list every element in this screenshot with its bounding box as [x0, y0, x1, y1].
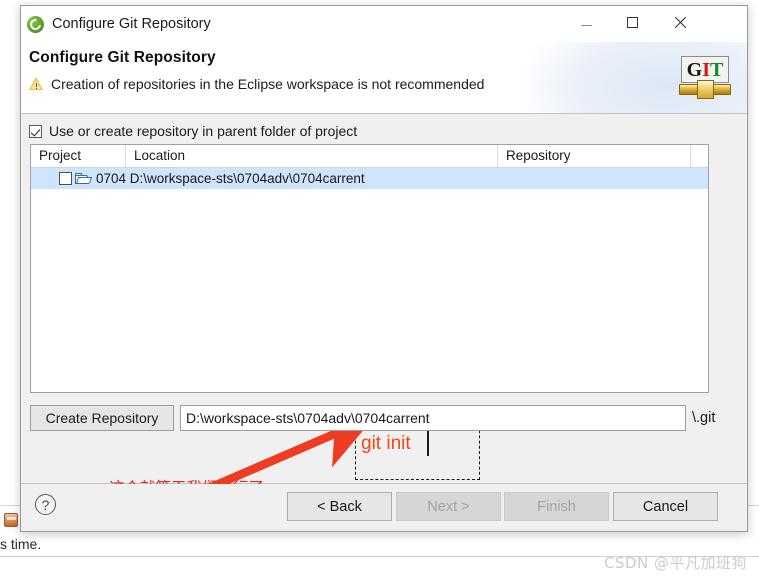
background-package-icon [4, 513, 18, 527]
git-logo-letter-g: G [686, 58, 703, 81]
csdn-watermark: CSDN @平凡加班狗 [603, 554, 747, 572]
cancel-button[interactable]: Cancel [613, 492, 718, 521]
table-row[interactable]: 0704 D:\workspace-sts\0704adv\0704carren… [31, 168, 708, 189]
finish-button: Finish [504, 492, 609, 521]
spring-logo-icon [27, 15, 44, 33]
maximize-icon [626, 16, 638, 28]
minimize-icon [580, 24, 592, 26]
warning-message-text: Creation of repositories in the Eclipse … [51, 76, 485, 92]
git-init-annotation-text: git init [361, 433, 411, 454]
table-body: 0704 D:\workspace-sts\0704adv\0704carren… [31, 168, 708, 189]
use-parent-folder-label: Use or create repository in parent folde… [49, 123, 358, 139]
git-logo-plate: GIT [681, 56, 729, 83]
column-header-repository[interactable]: Repository [498, 145, 691, 167]
wizard-body: Use or create repository in parent folde… [21, 114, 747, 513]
page-title: Configure Git Repository [29, 49, 216, 66]
help-icon[interactable]: ? [35, 494, 56, 515]
git-suffix-label: \.git [692, 410, 716, 426]
back-button[interactable]: < Back [287, 492, 392, 521]
git-logo-letter-t: T [710, 58, 724, 81]
git-logo-letter-i: I [702, 58, 710, 81]
dialog-titlebar: Configure Git Repository [21, 6, 747, 42]
create-repository-row: Create Repository \.git [30, 405, 715, 431]
column-header-location[interactable]: Location [126, 145, 498, 167]
wizard-header: Configure Git Repository Creation of rep… [21, 42, 747, 114]
background-partial-text: s time. [0, 536, 42, 552]
column-header-project[interactable]: Project [31, 145, 126, 167]
close-button[interactable] [657, 6, 703, 38]
use-parent-folder-row[interactable]: Use or create repository in parent folde… [29, 123, 357, 139]
open-folder-icon [75, 172, 93, 185]
table-header-row: Project Location Repository [31, 145, 708, 168]
row-checkbox[interactable] [59, 172, 72, 185]
maximize-button[interactable] [609, 6, 655, 38]
minimize-button[interactable] [563, 6, 609, 38]
dialog-footer: ? < Back Next > Finish Cancel [21, 484, 747, 531]
close-icon [674, 16, 687, 29]
repository-path-input[interactable] [180, 405, 686, 431]
next-button: Next > [396, 492, 501, 521]
column-header-extra[interactable] [691, 145, 708, 167]
projects-table[interactable]: Project Location Repository 0704 D:\work… [30, 144, 709, 393]
configure-git-repository-dialog: Configure Git Repository Configure Git R… [20, 5, 748, 532]
warning-triangle-icon [29, 77, 44, 91]
create-repository-button[interactable]: Create Repository [30, 405, 174, 431]
git-logo-icon: GIT [679, 56, 731, 102]
row-project-location-label: 0704 D:\workspace-sts\0704adv\0704carren… [96, 171, 365, 186]
warning-message-row: Creation of repositories in the Eclipse … [29, 76, 484, 92]
dialog-title: Configure Git Repository [52, 16, 211, 32]
git-init-text-caret [427, 431, 429, 456]
git-logo-cube [697, 80, 714, 99]
use-parent-folder-checkbox[interactable] [29, 124, 42, 138]
